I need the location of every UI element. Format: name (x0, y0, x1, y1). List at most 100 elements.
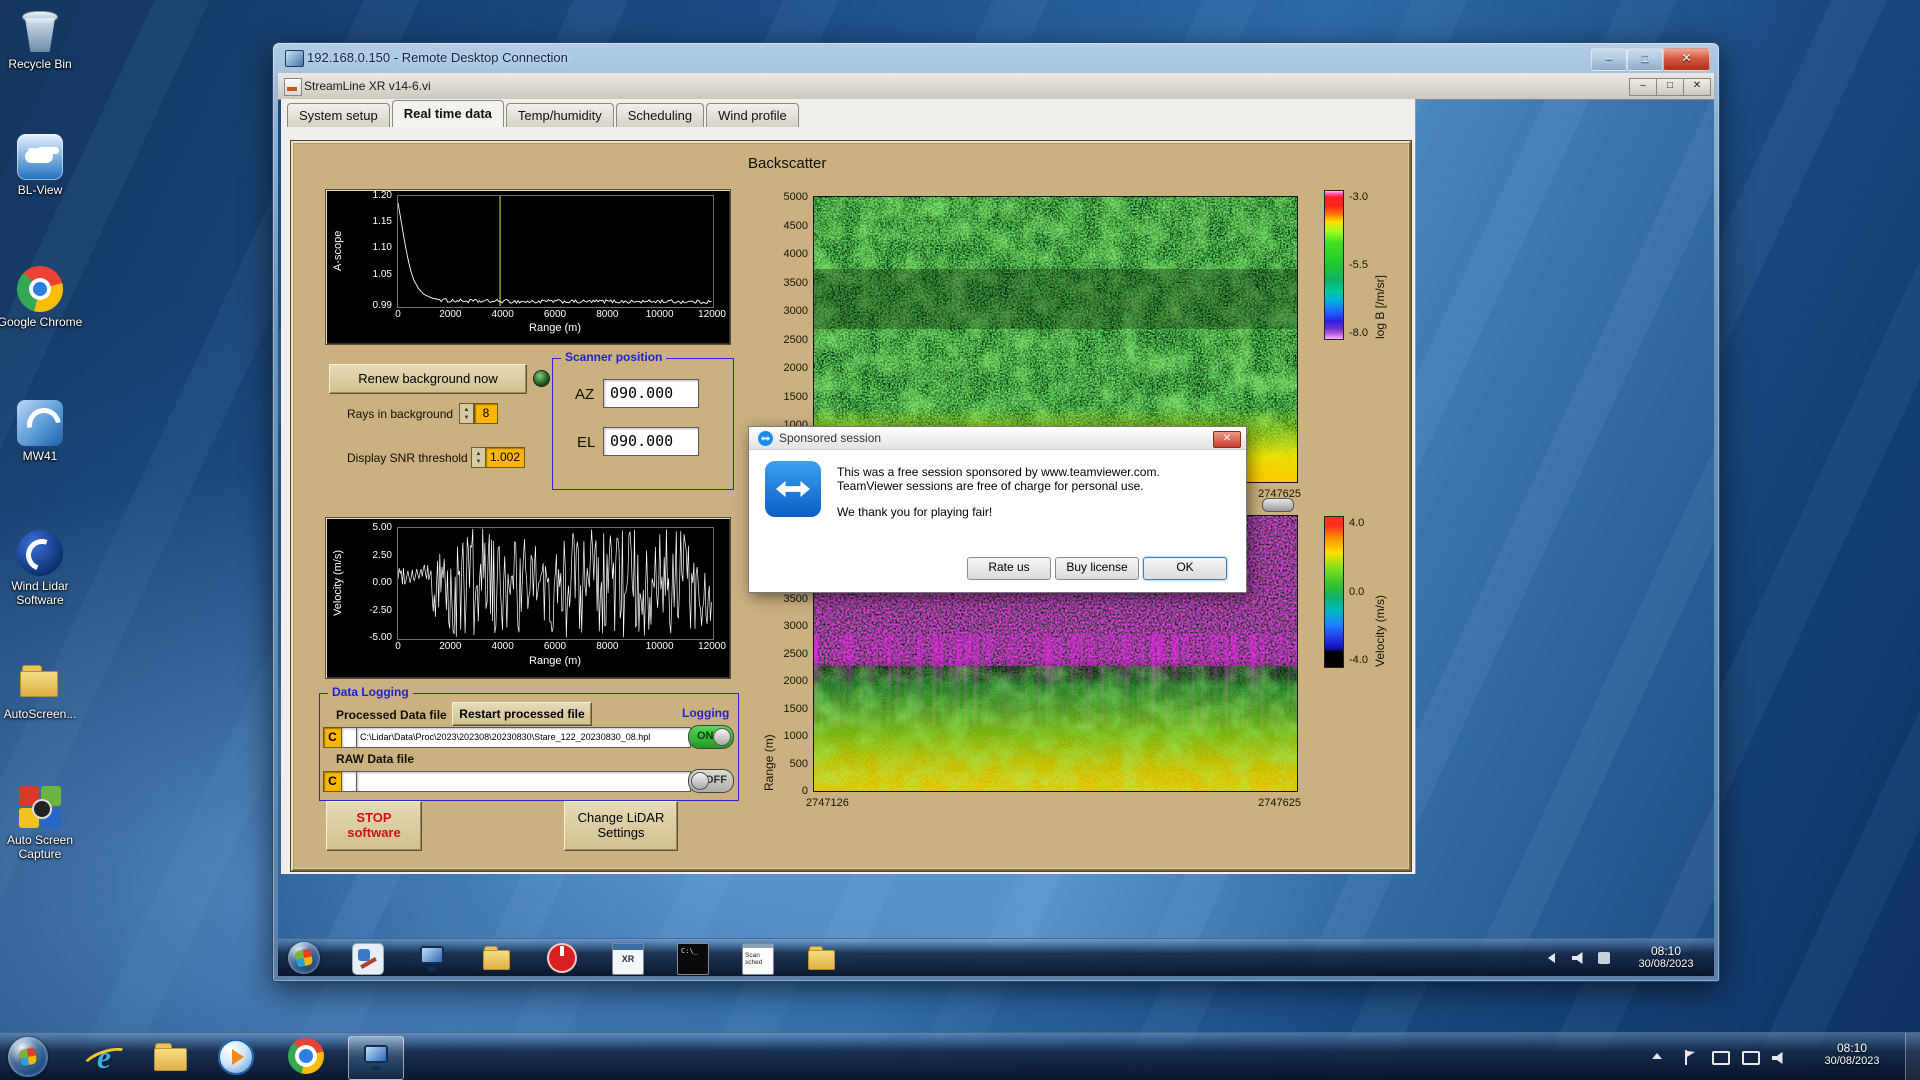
y-axis-tick: 1000 (783, 730, 808, 742)
chrome-taskbar-icon[interactable] (286, 1038, 326, 1076)
rays-spinner[interactable]: ▲ ▼ (459, 403, 474, 424)
recycle-bin-icon (17, 8, 63, 54)
y-axis-tick: 4500 (783, 219, 808, 232)
desktop-icon-recycle-bin[interactable]: Recycle Bin (0, 8, 83, 71)
desktop-icon-mw41[interactable]: MW41 (0, 400, 83, 463)
volume-icon[interactable] (1772, 1052, 1786, 1064)
renew-background-button[interactable]: Renew background now (329, 364, 527, 394)
system-clock[interactable]: 08:10 30/08/2023 (1806, 1041, 1898, 1068)
remote-start-button[interactable] (288, 942, 320, 974)
desktop-icon-label: BL-View (17, 183, 63, 197)
start-button[interactable] (8, 1037, 48, 1077)
labview-titlebar[interactable]: StreamLine XR v14-6.vi – □ ✕ (278, 73, 1714, 100)
scan-scheduler-window-icon[interactable]: Scan sched (742, 943, 774, 975)
processed-file-icon[interactable] (341, 727, 357, 748)
processed-path-field[interactable]: C:\Lidar\Data\Proc\2023\202308\20230830\… (356, 727, 691, 748)
backscatter-colorbar-label: log B [/m/sr] (1373, 274, 1387, 339)
show-desktop-button[interactable] (1905, 1033, 1920, 1080)
folder-sync-icon[interactable] (482, 943, 512, 973)
x-axis-tick: 0 (395, 641, 401, 652)
xr-icon-label: XR (621, 954, 635, 964)
display-tray-icon[interactable] (1742, 1051, 1760, 1065)
folder-icon (17, 658, 63, 704)
snr-value-field[interactable]: 1.002 (485, 447, 525, 468)
y-axis-tick: 500 (789, 757, 808, 770)
desktop-icon-label: MW41 (22, 449, 58, 463)
rays-value-field[interactable]: 8 (474, 403, 498, 424)
chrome-icon (17, 266, 63, 312)
y-axis-tick: 4000 (783, 248, 808, 260)
colorbar-tick: -8.0 (1349, 327, 1368, 339)
media-player-icon[interactable] (218, 1039, 258, 1077)
show-hidden-icons-button[interactable] (1652, 1053, 1662, 1059)
internet-explorer-icon[interactable]: e (84, 1038, 124, 1076)
remote-hidden-icons-chevron[interactable] (1548, 953, 1555, 963)
xr-app-window-icon[interactable]: XR (612, 943, 644, 975)
tab-scheduling[interactable]: Scheduling (615, 103, 705, 127)
labview-minimize-button[interactable]: – (1629, 78, 1657, 96)
scale-slider-knob[interactable] (1262, 498, 1294, 512)
stop-software-button[interactable]: STOP software (326, 801, 422, 851)
dialog-close-icon[interactable]: ✕ (1213, 431, 1241, 448)
processed-drive-box[interactable]: C (323, 727, 342, 748)
change-lidar-settings-button[interactable]: Change LiDAR Settings (564, 801, 678, 851)
change-button-line1: Change LiDAR (577, 810, 665, 825)
ascope-plot-area[interactable] (398, 196, 712, 306)
rate-us-button[interactable]: Rate us (967, 557, 1051, 580)
backscatter-colorbar: -3.0 -5.5 -8.0 log B [/m/sr] (1324, 190, 1387, 340)
rdp-task-button[interactable] (348, 1036, 404, 1080)
restart-processed-file-button[interactable]: Restart processed file (452, 702, 592, 726)
velocity-plot-area[interactable] (398, 528, 712, 638)
labview-close-button[interactable]: ✕ (1683, 78, 1711, 96)
remote-clock[interactable]: 08:10 30/08/2023 (1624, 944, 1708, 971)
desktop-icon-google-chrome[interactable]: Google Chrome (0, 266, 83, 329)
explorer-folder-icon[interactable] (807, 943, 837, 973)
raw-file-icon[interactable] (341, 771, 357, 792)
processed-data-file-label: Processed Data file (336, 708, 447, 722)
raw-drive-box[interactable]: C (323, 771, 342, 792)
desktop-icon-bl-view[interactable]: BL-View (0, 134, 83, 197)
buy-license-button[interactable]: Buy license (1055, 557, 1139, 580)
az-field[interactable]: 090.000 (603, 379, 699, 408)
command-prompt-icon[interactable] (677, 943, 709, 975)
colorbar-tick: 0.0 (1349, 586, 1365, 598)
rdp-titlebar[interactable]: 192.168.0.150 - Remote Desktop Connectio… (273, 43, 1719, 73)
dialog-text-line3: We thank you for playing fair! (837, 505, 993, 519)
desktop-icon-wind-lidar[interactable]: Wind Lidar Software (0, 530, 83, 607)
bl-view-icon (17, 134, 63, 180)
rdp-maximize-button[interactable]: □ (1627, 48, 1663, 71)
remote-tray-icon[interactable] (1598, 952, 1610, 964)
colorbar-tick: -4.0 (1349, 654, 1368, 666)
rdp-close-button[interactable]: ✕ (1663, 48, 1710, 71)
y-axis-tick: 2000 (783, 362, 808, 374)
rdp-minimize-button[interactable]: – (1591, 48, 1627, 71)
scanner-position-group: Scanner position AZ 090.000 EL 090.000 (552, 350, 734, 490)
tab-temp-humidity[interactable]: Temp/humidity (505, 103, 614, 127)
raw-logging-toggle[interactable]: OFF (688, 769, 734, 793)
tab-wind-profile[interactable]: Wind profile (706, 103, 799, 127)
y-axis-tick: 5000 (783, 191, 808, 203)
desktop-icon-label: AutoScreen... (3, 707, 77, 721)
snr-spinner[interactable]: ▲ ▼ (471, 447, 486, 468)
ok-button[interactable]: OK (1143, 557, 1227, 580)
labview-restore-button[interactable]: □ (1656, 78, 1684, 96)
display-settings-icon[interactable] (417, 943, 447, 973)
processed-logging-toggle[interactable]: ON (688, 725, 734, 749)
tab-real-time-data[interactable]: Real time data (391, 100, 504, 127)
desktop-icon-autoscreen[interactable]: AutoScreen... (0, 658, 83, 721)
file-explorer-icon[interactable] (151, 1038, 191, 1076)
remote-volume-icon[interactable] (1572, 952, 1586, 964)
colorbar-tick: 4.0 (1349, 517, 1365, 529)
dialog-titlebar[interactable]: Sponsored session ✕ (749, 427, 1246, 450)
desktop-icon-auto-screen-capture[interactable]: Auto Screen Capture (0, 784, 83, 861)
paint-app-icon[interactable] (352, 943, 384, 975)
action-center-flag-icon[interactable] (1684, 1050, 1696, 1065)
el-field[interactable]: 090.000 (603, 427, 699, 456)
y-axis-tick: 3500 (783, 592, 808, 605)
dialog-text-line2: TeamViewer sessions are free of charge f… (837, 479, 1144, 493)
shutdown-power-icon[interactable] (547, 943, 577, 973)
y-axis-tick: -2.50 (369, 604, 392, 616)
tab-system-setup[interactable]: System setup (287, 103, 390, 127)
rdp-tray-icon[interactable] (1712, 1051, 1730, 1065)
raw-path-field[interactable] (356, 771, 691, 792)
